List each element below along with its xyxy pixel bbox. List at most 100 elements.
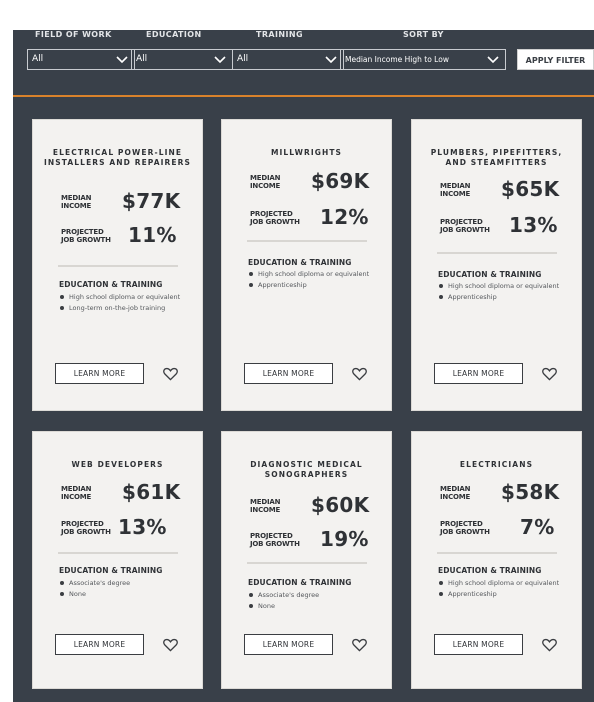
median-income-value: $77K [122, 189, 181, 213]
education-select[interactable]: All [131, 49, 233, 70]
education-label: EDUCATION [146, 30, 202, 39]
bullet-icon [60, 305, 64, 310]
list-item: Apprenticeship [438, 293, 563, 302]
sort-by-value: Median Income High to Low [345, 55, 449, 64]
education-list: Associate's degree None [59, 579, 184, 600]
median-income-value: $60K [311, 493, 370, 517]
card-divider [437, 552, 557, 554]
career-card: ELECTRICAL POWER-LINE INSTALLERS AND REP… [32, 119, 203, 411]
filter-bar: FIELD OF WORK EDUCATION TRAINING SORT BY… [13, 30, 594, 100]
learn-more-button[interactable]: LEARN MORE [244, 634, 333, 655]
list-item: Long-term on-the-job training [59, 304, 184, 313]
chevron-down-icon [116, 56, 128, 64]
education-item-text: Associate's degree [258, 591, 320, 599]
bullet-icon [439, 294, 443, 299]
projected-growth-value: 19% [320, 527, 369, 551]
median-income-label: MEDIAN INCOME [61, 485, 92, 501]
training-label: TRAINING [256, 30, 303, 39]
list-item: Associate's degree [59, 579, 184, 588]
education-list: High school diploma or equivalent Appren… [438, 579, 563, 600]
learn-more-button[interactable]: LEARN MORE [55, 363, 144, 384]
median-income-label: MEDIAN INCOME [250, 498, 281, 514]
education-item-text: High school diploma or equivalent [258, 270, 370, 278]
learn-more-button[interactable]: LEARN MORE [55, 634, 144, 655]
card-divider [247, 562, 367, 564]
card-title: PLUMBERS, PIPEFITTERS, AND STEAMFITTERS [430, 148, 563, 167]
card-title: ELECTRICAL POWER-LINE INSTALLERS AND REP… [44, 148, 191, 167]
education-item-text: Apprenticeship [258, 280, 307, 289]
heart-icon[interactable] [352, 367, 367, 381]
apply-filter-button[interactable]: APPLY FILTER [517, 49, 594, 70]
list-item: Apprenticeship [248, 281, 373, 290]
card-title: DIAGNOSTIC MEDICAL SONOGRAPHERS [250, 460, 363, 479]
education-item-text: Associate's degree [69, 579, 131, 587]
education-training-title: EDUCATION & TRAINING [248, 578, 352, 587]
bullet-icon [439, 284, 443, 288]
list-item: Associate's degree [248, 591, 373, 600]
sort-by-label: SORT BY [403, 30, 444, 39]
heart-icon[interactable] [163, 367, 178, 381]
education-item-text: High school diploma or equivalent [448, 282, 560, 290]
bullet-icon [249, 282, 253, 287]
career-card: DIAGNOSTIC MEDICAL SONOGRAPHERS MEDIAN I… [221, 431, 392, 689]
projected-growth-label: PROJECTED JOB GROWTH [250, 532, 300, 548]
list-item: None [248, 602, 373, 611]
career-card: MILLWRIGHTS MEDIAN INCOME $69K PROJECTED… [221, 119, 392, 411]
median-income-value: $61K [122, 480, 181, 504]
list-item: High school diploma or equivalent [438, 579, 563, 588]
median-income-label: MEDIAN INCOME [61, 194, 92, 210]
list-item: High school diploma or equivalent [248, 270, 373, 279]
bullet-icon [439, 581, 443, 585]
learn-more-button[interactable]: LEARN MORE [434, 634, 523, 655]
projected-growth-value: 11% [128, 223, 177, 247]
projected-growth-value: 13% [509, 213, 558, 237]
projected-growth-label: PROJECTED JOB GROWTH [440, 520, 490, 536]
learn-more-button[interactable]: LEARN MORE [434, 363, 523, 384]
education-training-title: EDUCATION & TRAINING [248, 258, 352, 267]
education-list: High school diploma or equivalent Long-t… [59, 293, 184, 314]
education-item-text: Long-term on-the-job training [69, 303, 166, 312]
list-item: High school diploma or equivalent [59, 293, 184, 302]
training-select[interactable]: All [232, 49, 344, 70]
career-card: PLUMBERS, PIPEFITTERS, AND STEAMFITTERS … [411, 119, 582, 411]
accent-divider [13, 95, 594, 97]
projected-growth-value: 13% [118, 515, 167, 539]
projected-growth-label: PROJECTED JOB GROWTH [61, 520, 111, 536]
chevron-down-icon [214, 56, 226, 64]
heart-icon[interactable] [542, 367, 557, 381]
education-item-text: Apprenticeship [448, 292, 497, 301]
median-income-value: $69K [311, 169, 370, 193]
bullet-icon [60, 295, 64, 299]
heart-icon[interactable] [352, 638, 367, 652]
bullet-icon [439, 591, 443, 596]
projected-growth-value: 12% [320, 205, 369, 229]
education-list: Associate's degree None [248, 591, 373, 612]
projected-growth-label: PROJECTED JOB GROWTH [440, 218, 490, 234]
education-item-text: None [258, 601, 275, 610]
list-item: High school diploma or equivalent [438, 282, 563, 291]
education-training-title: EDUCATION & TRAINING [59, 280, 163, 289]
heart-icon[interactable] [163, 638, 178, 652]
sort-by-select[interactable]: Median Income High to Low [340, 49, 506, 70]
bullet-icon [249, 272, 253, 276]
education-item-text: Apprenticeship [448, 589, 497, 598]
training-value: All [237, 54, 249, 64]
projected-growth-label: PROJECTED JOB GROWTH [61, 228, 111, 244]
learn-more-button[interactable]: LEARN MORE [244, 363, 333, 384]
chevron-down-icon [487, 56, 499, 64]
education-training-title: EDUCATION & TRAINING [438, 566, 542, 575]
card-title: ELECTRICIANS [459, 460, 534, 469]
education-item-text: High school diploma or equivalent [448, 579, 560, 587]
median-income-label: MEDIAN INCOME [440, 485, 471, 501]
heart-icon[interactable] [542, 638, 557, 652]
card-title: WEB DEVELOPERS [71, 460, 164, 469]
bullet-icon [60, 591, 64, 596]
projected-growth-label: PROJECTED JOB GROWTH [250, 210, 300, 226]
median-income-value: $58K [501, 480, 560, 504]
bullet-icon [249, 593, 253, 597]
career-explorer: FIELD OF WORK EDUCATION TRAINING SORT BY… [13, 30, 594, 702]
median-income-label: MEDIAN INCOME [250, 174, 281, 190]
field-of-work-select[interactable]: All [27, 49, 135, 70]
education-item-text: None [69, 589, 86, 598]
projected-growth-value: 7% [520, 515, 555, 539]
